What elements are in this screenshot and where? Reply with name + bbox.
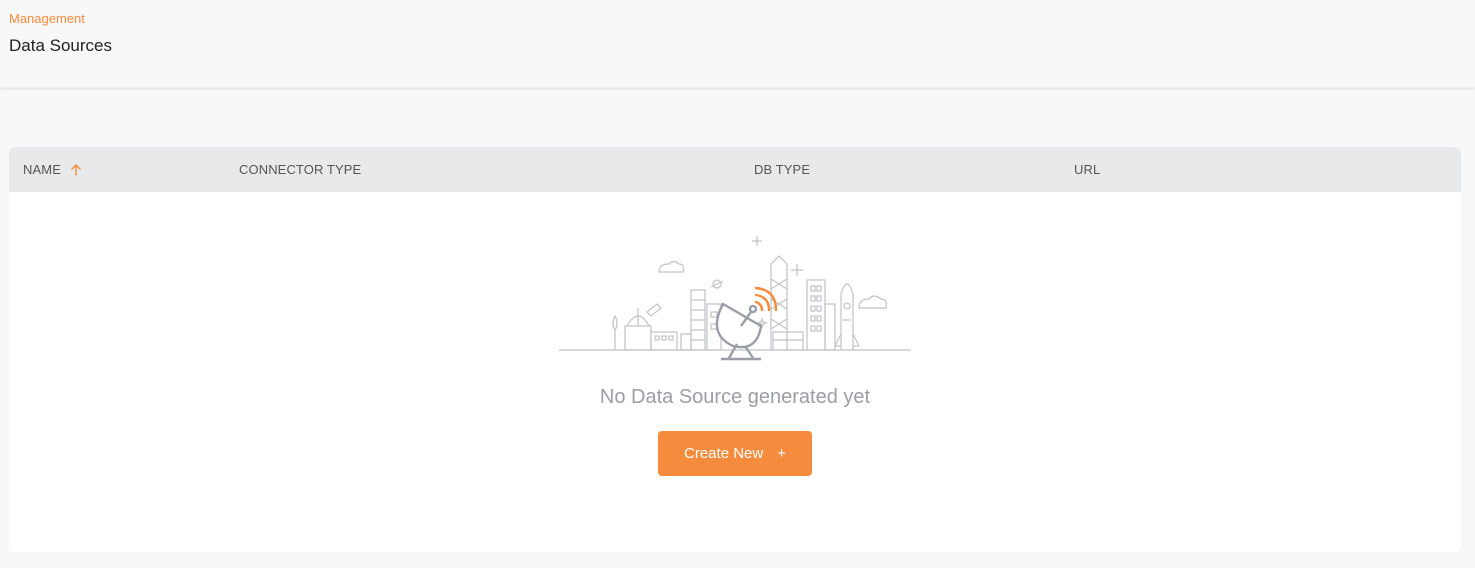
create-new-label: Create New	[684, 445, 764, 462]
column-header-name[interactable]: NAME	[23, 147, 81, 192]
page-header: Management Data Sources	[0, 0, 1475, 88]
breadcrumb-management[interactable]: Management	[9, 11, 85, 26]
table-header: NAME CONNECTOR TYPE DB TYPE URL	[9, 147, 1461, 192]
column-label-db-type: DB TYPE	[754, 162, 811, 177]
plus-icon: +	[777, 445, 786, 462]
data-sources-table: NAME CONNECTOR TYPE DB TYPE URL No Data …	[9, 147, 1461, 552]
column-label-name: NAME	[23, 162, 61, 177]
empty-state: No Data Source generated yet Create New …	[9, 192, 1461, 552]
column-header-connector-type[interactable]: CONNECTOR TYPE	[239, 147, 361, 192]
column-label-connector-type: CONNECTOR TYPE	[239, 162, 362, 177]
page-title: Data Sources	[9, 36, 112, 55]
column-header-db-type[interactable]: DB TYPE	[754, 147, 810, 192]
create-new-button[interactable]: Create New +	[658, 431, 812, 476]
empty-state-message: No Data Source generated yet	[599, 386, 871, 408]
column-label-url: URL	[1074, 162, 1101, 177]
sort-ascending-icon[interactable]	[71, 163, 81, 176]
satellite-dish-city-icon	[557, 234, 913, 369]
column-header-url[interactable]: URL	[1074, 147, 1100, 192]
